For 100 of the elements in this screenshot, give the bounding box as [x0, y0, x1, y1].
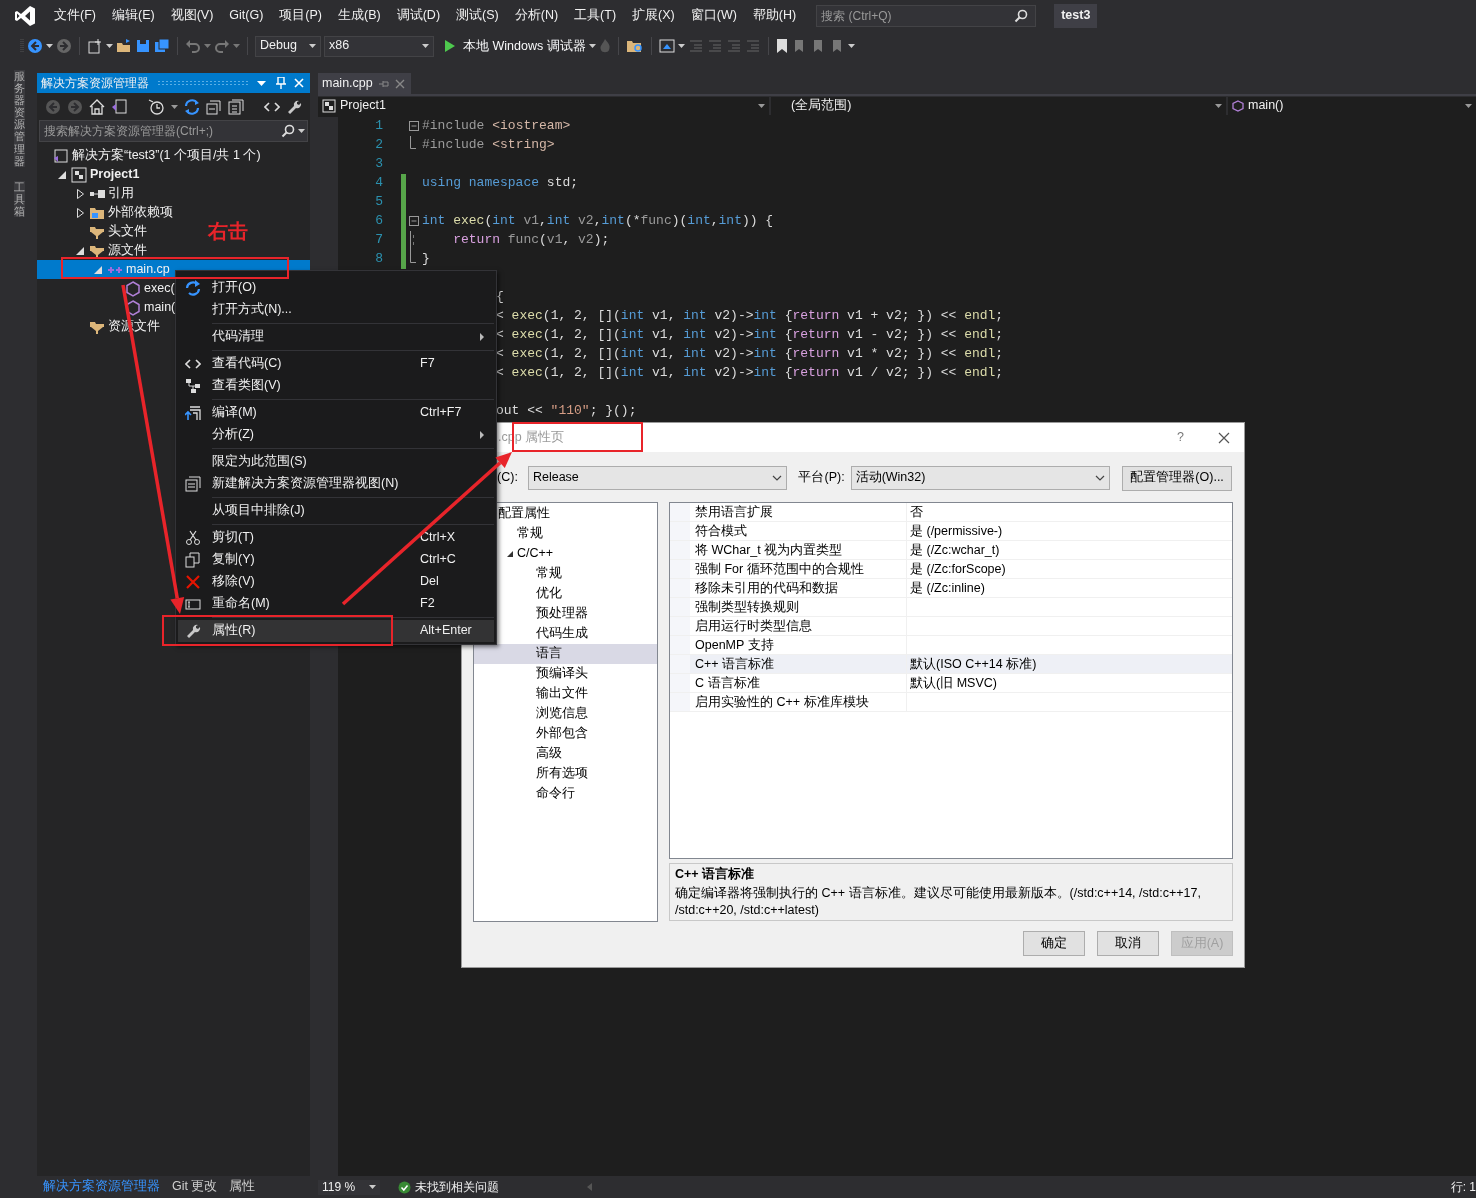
redo-icon[interactable]	[214, 38, 230, 54]
menu-item[interactable]: 重命名(M) F2	[178, 593, 494, 615]
tree-item[interactable]: exec(	[37, 279, 175, 298]
menu-item[interactable]: 查看类图(V)	[178, 375, 494, 397]
dialog-button[interactable]: 确定	[1023, 931, 1085, 956]
tree-item[interactable]: 预编译头	[474, 664, 592, 684]
close-icon[interactable]	[1218, 431, 1230, 444]
show-all-files-icon[interactable]	[228, 98, 244, 115]
tree-item[interactable]: 命令行	[474, 784, 579, 804]
menu-item[interactable]: 工具(T)	[566, 8, 625, 24]
tree-item[interactable]: 头文件	[37, 222, 147, 241]
panel-tab[interactable]: 解决方案资源管理器	[37, 1179, 166, 1195]
caret-icon[interactable]	[106, 44, 113, 48]
side-tab[interactable]: 服务器资源管理器	[14, 70, 25, 167]
dialog-button[interactable]: 取消	[1097, 931, 1159, 956]
menu-item[interactable]: 生成(B)	[330, 8, 389, 24]
switch-views-icon[interactable]	[111, 98, 127, 115]
menu-item[interactable]: 帮助(H)	[744, 8, 805, 24]
new-project-icon[interactable]	[87, 38, 103, 54]
menu-item[interactable]: 从项目中排除(J)	[178, 500, 494, 522]
screenshot-icon[interactable]	[658, 38, 675, 54]
tree-item[interactable]: 所有选项	[474, 764, 592, 784]
find-files-icon[interactable]	[625, 38, 644, 54]
menu-item[interactable]: 调试(D)	[388, 8, 449, 24]
collapsed-arrow-icon[interactable]	[76, 188, 84, 199]
save-all-icon[interactable]	[154, 38, 170, 54]
property-row[interactable]: C 语言标准 默认(旧 MSVC)	[670, 674, 1232, 693]
tree-item[interactable]: 引用	[37, 184, 134, 203]
configuration-dropdown[interactable]: Debug	[255, 35, 321, 57]
tree-item[interactable]: 解决方案“test3”(1 个项目/共 1 个)	[37, 146, 261, 165]
property-row[interactable]: 启用实验性的 C++ 标准库模块	[670, 693, 1232, 712]
menu-item[interactable]: 分析(N)	[506, 8, 567, 24]
close-icon[interactable]	[394, 78, 405, 89]
panel-tab[interactable]: 属性	[223, 1179, 262, 1195]
menu-item[interactable]: 窗口(W)	[682, 8, 745, 24]
menu-item[interactable]: 限定为此范围(S)	[178, 451, 494, 473]
tree-item[interactable]: 语言	[474, 644, 657, 664]
menu-item[interactable]: 复制(Y) Ctrl+C	[178, 549, 494, 571]
menu-item[interactable]: 编辑(E)	[103, 8, 163, 24]
pin-icon[interactable]	[276, 77, 286, 89]
menu-item[interactable]: 编译(M) Ctrl+F7	[178, 402, 494, 424]
caret-icon[interactable]	[171, 104, 178, 109]
zoom-dropdown[interactable]: 119 %	[318, 1179, 380, 1195]
expanded-arrow-icon[interactable]	[507, 551, 513, 557]
search-field[interactable]: 搜索解决方案资源管理器(Ctrl+;)	[39, 120, 308, 142]
panel-tab[interactable]: Git 更改	[166, 1179, 224, 1195]
expanded-arrow-icon[interactable]	[58, 170, 66, 179]
help-button[interactable]: ?	[1177, 429, 1184, 446]
run-button[interactable]: 本地 Windows 调试器	[445, 36, 586, 56]
tree-item[interactable]: 外部依赖项	[37, 203, 173, 222]
caret-icon[interactable]	[847, 44, 855, 48]
manager-button[interactable]: 配置管理器(O)...	[1122, 465, 1232, 491]
expanded-arrow-icon[interactable]	[76, 246, 84, 255]
menu-item[interactable]: 查看代码(C) F7	[178, 353, 494, 375]
configuration-select[interactable]: Release	[527, 466, 788, 490]
platform-select[interactable]: 活动(Win32)	[850, 466, 1111, 490]
menu-item[interactable]: 打开方式(N)...	[178, 299, 494, 321]
home-icon[interactable]	[89, 98, 105, 115]
menu-item[interactable]: 移除(V) Del	[178, 571, 494, 593]
property-row[interactable]: 禁用语言扩展 否	[670, 503, 1232, 522]
caret-icon[interactable]	[677, 44, 685, 48]
wrench-icon[interactable]	[286, 98, 302, 115]
menu-item[interactable]: 代码清理	[178, 326, 494, 348]
menu-item[interactable]: Git(G)	[221, 8, 272, 24]
member-dropdown[interactable]: main()	[1228, 96, 1476, 115]
bookmark-icon[interactable]	[775, 38, 788, 54]
collapse-all-icon[interactable]	[206, 98, 222, 115]
menu-item[interactable]: 剪切(T) Ctrl+X	[178, 527, 494, 549]
menu-item[interactable]: 文件(F)	[46, 8, 104, 24]
menu-item[interactable]: 扩展(X)	[624, 8, 683, 24]
menu-item[interactable]: 测试(S)	[448, 8, 507, 24]
menu-item[interactable]: 新建解决方案资源管理器视图(N)	[178, 473, 494, 495]
menu-item[interactable]: 属性(R) Alt+Enter	[178, 620, 494, 642]
side-tab[interactable]: 工具箱	[14, 180, 25, 218]
menu-item[interactable]: 打开(O)	[178, 277, 494, 299]
tree-item[interactable]: 外部包含	[474, 724, 592, 744]
editor-tab[interactable]: main.cpp	[318, 73, 411, 94]
caret-icon[interactable]	[588, 44, 596, 48]
tree-item[interactable]: Project1	[37, 165, 140, 184]
property-row[interactable]: 移除未引用的代码和数据 是 (/Zc:inline)	[670, 579, 1232, 598]
property-row[interactable]: C++ 语言标准 默认(ISO C++14 标准)	[670, 655, 1232, 674]
property-row[interactable]: 将 WChar_t 视为内置类型 是 (/Zc:wchar_t)	[670, 541, 1232, 560]
dropdown-icon[interactable]	[257, 80, 266, 86]
menu-item[interactable]: 项目(P)	[271, 8, 330, 24]
undo-icon[interactable]	[185, 38, 201, 54]
property-row[interactable]: 强制类型转换规则	[670, 598, 1232, 617]
property-row[interactable]: 启用运行时类型信息	[670, 617, 1232, 636]
project-dropdown[interactable]: Project1	[318, 96, 769, 115]
caret-icon[interactable]	[46, 44, 53, 48]
tree-item[interactable]: 浏览信息	[474, 704, 592, 724]
menu-item[interactable]: 视图(V)	[162, 8, 222, 24]
save-icon[interactable]	[135, 38, 151, 54]
sync-icon[interactable]	[184, 98, 200, 115]
scope-dropdown[interactable]: (全局范围)	[771, 96, 1226, 115]
back-icon[interactable]	[27, 38, 43, 54]
tree-item[interactable]: main(	[37, 298, 176, 317]
tree-item[interactable]: 输出文件	[474, 684, 592, 704]
platform-dropdown[interactable]: x86	[324, 35, 434, 57]
property-row[interactable]: 强制 For 循环范围中的合规性 是 (/Zc:forScope)	[670, 560, 1232, 579]
search-field[interactable]: 搜索 (Ctrl+Q)	[816, 5, 1037, 27]
